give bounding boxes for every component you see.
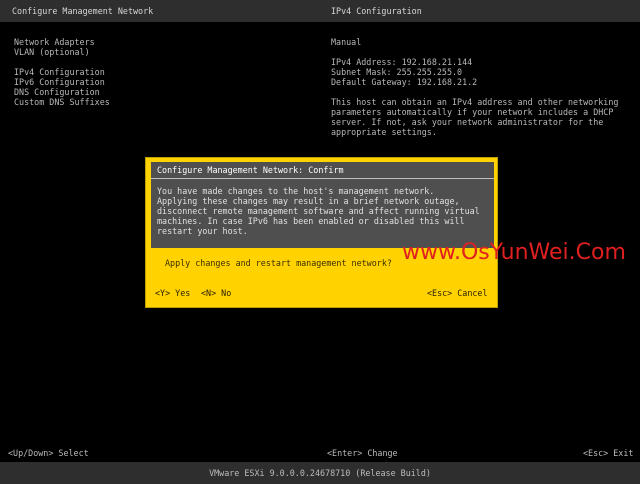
dialog-message-line: restart your host. [157,226,248,236]
dialog-message-line: Applying these changes may result in a b… [157,196,460,206]
ipv4-address: IPv4 Address: 192.168.21.144 [331,57,473,67]
dialog-message-line: machines. In case IPv6 has been enabled … [157,216,465,226]
header-right-title: IPv4 Configuration [331,6,422,16]
footer-bar: VMware ESXi 9.0.0.0.24678710 (Release Bu… [0,462,640,484]
yes-button[interactable]: <Y> Yes [155,288,190,298]
no-button[interactable]: <N> No [201,288,231,298]
detail-panel: Manual IPv4 Address: 192.168.21.144 Subn… [331,37,631,137]
ipv4-mode: Manual [331,37,362,47]
dialog-message-line: disconnect remote management software an… [157,206,480,216]
detail-description: This host can obtain an IPv4 address and… [331,97,619,137]
menu-item-ipv4-configuration[interactable]: IPv4 Configuration [14,67,110,77]
dialog-title: Configure Management Network: Confirm [157,165,344,175]
header-left-title: Configure Management Network [12,6,154,16]
dialog-message-line: You have made changes to the host's mana… [157,186,435,196]
menu-item-vlan[interactable]: VLAN (optional) [14,47,110,57]
exit-key-hint[interactable]: <Esc> Exit [583,448,633,458]
subnet-mask: Subnet Mask: 255.255.255.0 [331,67,463,77]
key-hints-bar: <Up/Down> Select <Enter> Change <Esc> Ex… [0,446,640,460]
menu-item-dns-configuration[interactable]: DNS Configuration [14,87,110,97]
cancel-button[interactable]: <Esc> Cancel [427,288,488,298]
config-menu: Network Adapters VLAN (optional) IPv4 Co… [14,37,110,107]
dialog-divider [151,178,494,179]
dialog-question: Apply changes and restart management net… [165,258,392,268]
default-gateway: Default Gateway: 192.168.21.2 [331,77,478,87]
confirm-dialog: Configure Management Network: Confirm Yo… [145,157,498,308]
header-bar: Configure Management Network IPv4 Config… [0,0,640,22]
version-label: VMware ESXi 9.0.0.0.24678710 (Release Bu… [209,468,431,478]
menu-item-ipv6-configuration[interactable]: IPv6 Configuration [14,77,110,87]
change-key-hint[interactable]: <Enter> Change [327,448,398,458]
menu-item-network-adapters[interactable]: Network Adapters [14,37,110,47]
dialog-message: You have made changes to the host's mana… [157,186,487,236]
select-key-hint[interactable]: <Up/Down> Select [8,448,89,458]
menu-item-custom-dns-suffixes[interactable]: Custom DNS Suffixes [14,97,110,107]
watermark-text: www.OsYunWei.Com [402,240,626,265]
